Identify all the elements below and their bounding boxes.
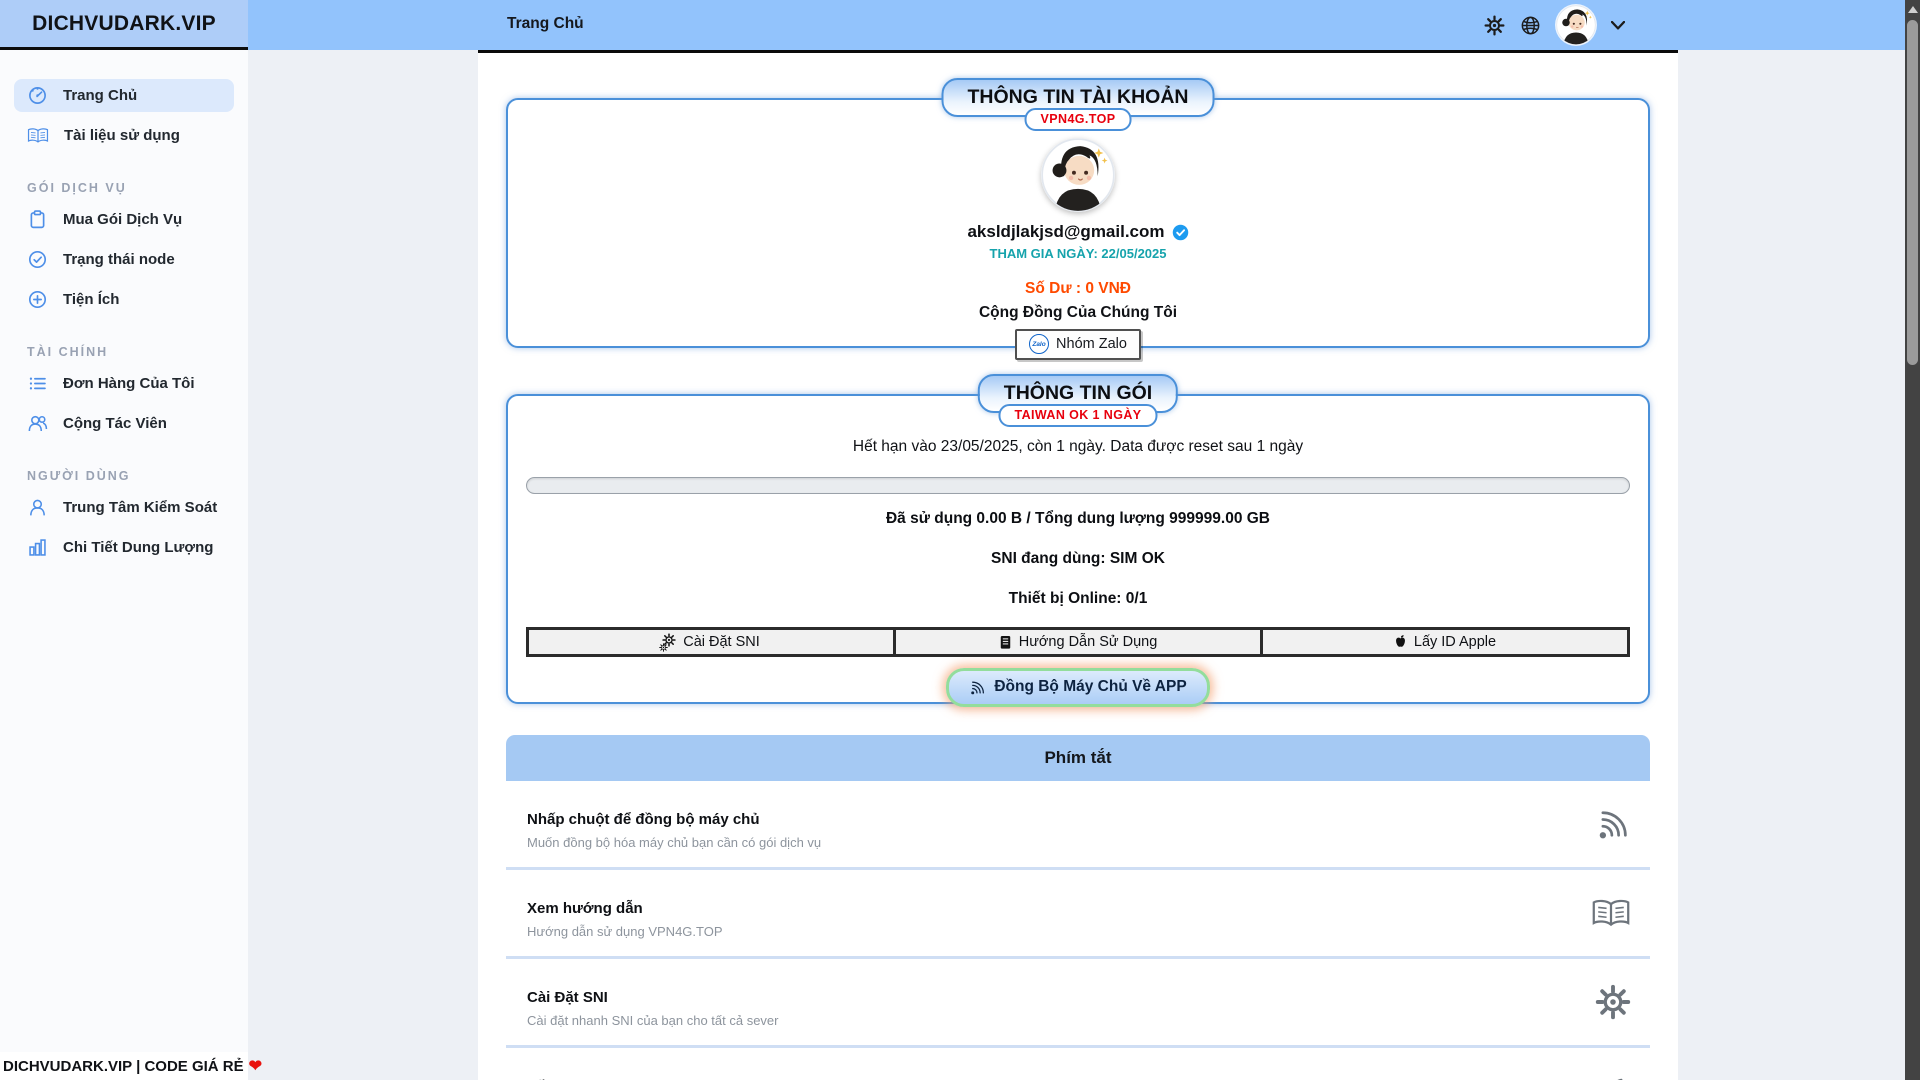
page-title: Trang Chủ (507, 0, 584, 48)
sidebar-item-label: Cộng Tác Viên (63, 415, 167, 432)
shortcut-get-apple-id[interactable]: Lấy ID Apple Lấy ID apple tải shadowsock… (506, 1048, 1650, 1080)
verified-badge-icon (1172, 224, 1189, 241)
shortcut-title: Cài Đặt SNI (527, 989, 1580, 1006)
usage-text: Đã sử dụng 0.00 B / Tổng dung lượng 9999… (508, 510, 1648, 528)
button-label: Lấy ID Apple (1414, 634, 1496, 650)
sidebar-item-cong-tac-vien[interactable]: Cộng Tác Viên (14, 407, 234, 440)
signal-icon (969, 679, 986, 696)
package-buttons-row: Cài Đặt SNI Hướng Dẫn Sử Dụng Lấy ID App… (526, 627, 1630, 657)
sidebar: Trang Chủ Tài liệu sử dụng GÓI DỊCH VỤ M… (0, 50, 248, 1080)
app-logo: DICHVUDARK.VIP (0, 0, 248, 50)
chevron-down-icon[interactable] (1611, 21, 1625, 30)
package-info-card: THÔNG TIN GÓI TAIWAN OK 1 NGÀY Hết hạn v… (506, 394, 1650, 704)
shortcut-title: Nhấp chuột để đồng bộ máy chủ (527, 811, 1580, 828)
button-label: Cài Đặt SNI (683, 634, 760, 650)
account-email: aksldjlakjsd@gmail.com (967, 222, 1164, 242)
account-card-badge: VPN4G.TOP (1025, 108, 1132, 131)
shortcut-sync-server[interactable]: Nhấp chuột để đồng bộ máy chủ Muốn đồng … (506, 781, 1650, 870)
zalo-icon: Zalo (1029, 334, 1049, 354)
shortcut-subtitle: Hướng dẫn sử dụng VPN4G.TOP (527, 924, 1580, 939)
topbar: DICHVUDARK.VIP Trang Chủ (0, 0, 1905, 50)
shortcuts-section: Phím tắt Nhấp chuột để đồng bộ máy chủ M… (506, 735, 1650, 1080)
sidebar-section-goi-dich-vu: GÓI DỊCH VỤ (27, 181, 221, 195)
check-circle-icon (27, 249, 48, 270)
plus-circle-icon (27, 289, 48, 310)
sidebar-item-label: Tài liệu sử dụng (64, 127, 180, 144)
open-book-icon (1591, 896, 1631, 930)
language-globe-icon[interactable] (1520, 15, 1541, 36)
sidebar-item-trung-tam-kiem-soat[interactable]: Trung Tâm Kiểm Soát (14, 491, 234, 524)
get-apple-id-button[interactable]: Lấy ID Apple (1260, 627, 1630, 657)
sidebar-item-tien-ich[interactable]: Tiện Ích (14, 283, 234, 316)
shortcut-subtitle: Cài đặt nhanh SNI của bạn cho tất cả sev… (527, 1013, 1580, 1028)
shortcut-set-sni[interactable]: Cài Đặt SNI Cài đặt nhanh SNI của bạn ch… (506, 959, 1650, 1048)
sidebar-item-chi-tiet-dung-luong[interactable]: Chi Tiết Dung Lượng (14, 531, 234, 564)
sidebar-item-label: Trung Tâm Kiểm Soát (63, 499, 217, 516)
balance: Số Dư : 0 VNĐ (1025, 280, 1131, 298)
sidebar-item-label: Chi Tiết Dung Lượng (63, 539, 213, 556)
users-icon (27, 413, 48, 434)
scrollbar-thumb[interactable] (1907, 20, 1918, 365)
button-label: Hướng Dẫn Sử Dụng (1019, 634, 1158, 650)
sync-server-to-app-button[interactable]: Đồng Bộ Máy Chủ Về APP (946, 668, 1209, 707)
sidebar-item-tai-lieu[interactable]: Tài liệu sử dụng (14, 119, 234, 152)
sni-text: SNI đang dùng: SIM OK (508, 550, 1648, 568)
list-icon (27, 373, 48, 394)
open-book-icon (27, 126, 49, 145)
usage-progress-bar (526, 477, 1630, 494)
set-sni-button[interactable]: Cài Đặt SNI (526, 627, 896, 657)
clipboard-icon (27, 209, 48, 230)
signal-icon (1595, 806, 1631, 842)
sidebar-footer: DICHVUDARK.VIP | CODE GIÁ RẺ ❤ (0, 1052, 248, 1080)
sidebar-item-label: Trang Chủ (63, 87, 137, 104)
sidebar-item-label: Trạng thái node (63, 251, 175, 268)
sidebar-item-label: Đơn Hàng Của Tôi (63, 375, 195, 392)
sidebar-item-don-hang[interactable]: Đơn Hàng Của Tôi (14, 367, 234, 400)
sidebar-item-label: Mua Gói Dịch Vụ (63, 211, 182, 228)
sync-button-label: Đồng Bộ Máy Chủ Về APP (994, 678, 1186, 696)
sidebar-section-tai-chinh: TÀI CHÍNH (27, 345, 221, 359)
shortcut-view-guide[interactable]: Xem hướng dẫn Hướng dẫn sử dụng VPN4G.TO… (506, 870, 1650, 959)
book-icon (999, 635, 1012, 650)
sidebar-item-label: Tiện Ích (63, 291, 119, 308)
account-avatar (1041, 138, 1115, 212)
user-icon (27, 497, 48, 518)
gear-icon (1595, 984, 1631, 1020)
shortcut-subtitle: Muốn đồng bộ hóa máy chủ bạn cần có gói … (527, 835, 1580, 850)
zalo-button-label: Nhóm Zalo (1056, 336, 1127, 352)
settings-gear-icon[interactable] (1484, 15, 1505, 36)
sidebar-section-nguoi-dung: NGƯỜI DÙNG (27, 469, 221, 483)
heart-icon: ❤ (249, 1056, 262, 1076)
footer-text: DICHVUDARK.VIP | CODE GIÁ RẺ (3, 1058, 244, 1075)
devices-online-text: Thiết bị Online: 0/1 (508, 590, 1648, 608)
scrollbar-up-arrow[interactable] (1908, 6, 1918, 13)
sidebar-item-trang-chu[interactable]: Trang Chủ (14, 79, 234, 112)
main-panel: THÔNG TIN TÀI KHOẢN VPN4G.TOP aksldjlakj… (478, 50, 1678, 1080)
sidebar-item-mua-goi[interactable]: Mua Gói Dịch Vụ (14, 203, 234, 236)
topbar-actions (1484, 0, 1625, 50)
gears-icon (662, 633, 676, 652)
package-expiry: Hết hạn vào 23/05/2025, còn 1 ngày. Data… (508, 438, 1648, 456)
gauge-icon (27, 85, 48, 106)
community-label: Cộng Đồng Của Chúng Tôi (979, 304, 1177, 322)
package-card-badge: TAIWAN OK 1 NGÀY (998, 404, 1157, 427)
join-date: THAM GIA NGÀY: 22/05/2025 (990, 246, 1167, 261)
shortcut-title: Xem hướng dẫn (527, 900, 1580, 917)
usage-guide-button[interactable]: Hướng Dẫn Sử Dụng (893, 627, 1263, 657)
page-scrollbar[interactable] (1905, 0, 1920, 1080)
rocket-icon (1593, 1072, 1631, 1080)
user-avatar[interactable] (1556, 5, 1596, 45)
shortcuts-header: Phím tắt (506, 735, 1650, 781)
sidebar-item-trang-thai-node[interactable]: Trạng thái node (14, 243, 234, 276)
apple-icon (1394, 634, 1407, 650)
account-info-card: THÔNG TIN TÀI KHOẢN VPN4G.TOP aksldjlakj… (506, 98, 1650, 348)
bar-chart-icon (27, 537, 48, 558)
zalo-group-button[interactable]: Zalo Nhóm Zalo (1015, 329, 1141, 360)
